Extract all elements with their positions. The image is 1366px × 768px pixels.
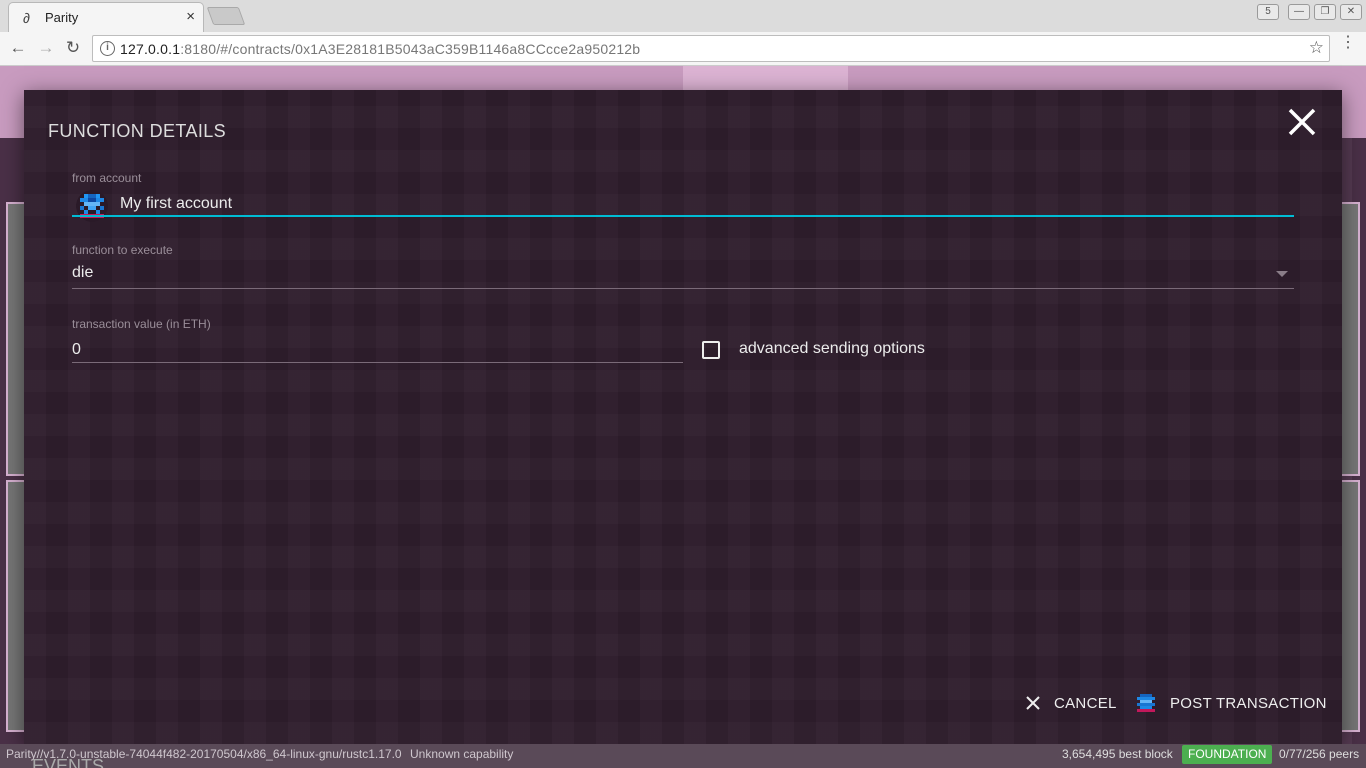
events-heading: EVENTS (32, 756, 105, 768)
value-label: transaction value (in ETH) (72, 317, 211, 331)
close-icon[interactable] (1286, 106, 1318, 138)
browser-tab[interactable]: ∂ Parity × (8, 2, 204, 32)
best-block-text: 3,654,495 best block (1062, 747, 1173, 761)
from-account-value[interactable]: My first account (120, 195, 232, 213)
status-bar: Parity//v1.7.0-unstable-74044f482-201705… (0, 744, 1366, 768)
post-transaction-label: POST TRANSACTION (1170, 694, 1327, 712)
address-bar[interactable]: i 127.0.0.1:8180/#/contracts/0x1A3E28181… (92, 35, 1330, 62)
post-transaction-button[interactable]: POST TRANSACTION (1134, 690, 1327, 716)
browser-menu-icon[interactable]: ⋮ (1340, 35, 1356, 51)
advanced-options-checkbox[interactable] (702, 341, 720, 359)
tab-title: Parity (45, 10, 79, 25)
window-close-button[interactable]: ✕ (1340, 4, 1362, 20)
back-icon[interactable]: ← (8, 38, 28, 58)
background-panel (1340, 202, 1360, 476)
url-path: :8180/#/contracts/0x1A3E28181B5043aC359B… (180, 41, 641, 57)
forward-icon[interactable]: → (36, 38, 56, 58)
reload-icon[interactable]: ↻ (63, 38, 83, 58)
url-host: 127.0.0.1 (120, 41, 181, 57)
from-account-underline (72, 215, 1294, 217)
maximize-button[interactable]: ❐ (1314, 4, 1336, 20)
close-icon (1026, 696, 1040, 710)
dialog-title: FUNCTION DETAILS (48, 121, 227, 141)
parity-logo-icon: ∂ (23, 10, 30, 26)
value-input[interactable]: 0 (72, 341, 81, 359)
function-select[interactable]: die (72, 264, 93, 282)
new-tab-button[interactable] (206, 7, 246, 25)
cancel-button[interactable]: CANCEL (1025, 690, 1117, 716)
info-icon[interactable]: i (100, 41, 115, 56)
function-underline (72, 288, 1294, 289)
peers-text: 0/77/256 peers (1279, 747, 1360, 761)
browser-tab-bar: ∂ Parity × 5 — ❐ ✕ (0, 0, 1366, 32)
background-panel (6, 202, 26, 476)
advanced-options-label[interactable]: advanced sending options (739, 340, 925, 358)
account-identicon-icon (76, 190, 108, 222)
account-identicon-icon (1137, 694, 1155, 712)
minimize-button[interactable]: — (1288, 4, 1310, 20)
value-underline (72, 362, 683, 363)
cancel-label: CANCEL (1054, 694, 1117, 712)
browser-toolbar: ← → ↻ i 127.0.0.1:8180/#/contracts/0x1A3… (0, 32, 1366, 66)
url-text[interactable]: 127.0.0.1:8180/#/contracts/0x1A3E28181B5… (120, 41, 640, 57)
from-account-label: from account (72, 171, 142, 185)
background-panel (1340, 480, 1360, 732)
bookmark-star-icon[interactable]: ☆ (1309, 38, 1324, 58)
chevron-down-icon[interactable] (1276, 271, 1288, 277)
extension-icon[interactable]: 5 (1257, 4, 1279, 20)
function-label: function to execute (72, 243, 173, 257)
background-panel (6, 480, 26, 732)
function-details-dialog: FUNCTION DETAILS from account My first a… (24, 90, 1342, 744)
network-badge: FOUNDATION (1182, 745, 1273, 764)
capability-text: Unknown capability (410, 747, 514, 761)
tab-close-icon[interactable]: × (186, 8, 195, 25)
